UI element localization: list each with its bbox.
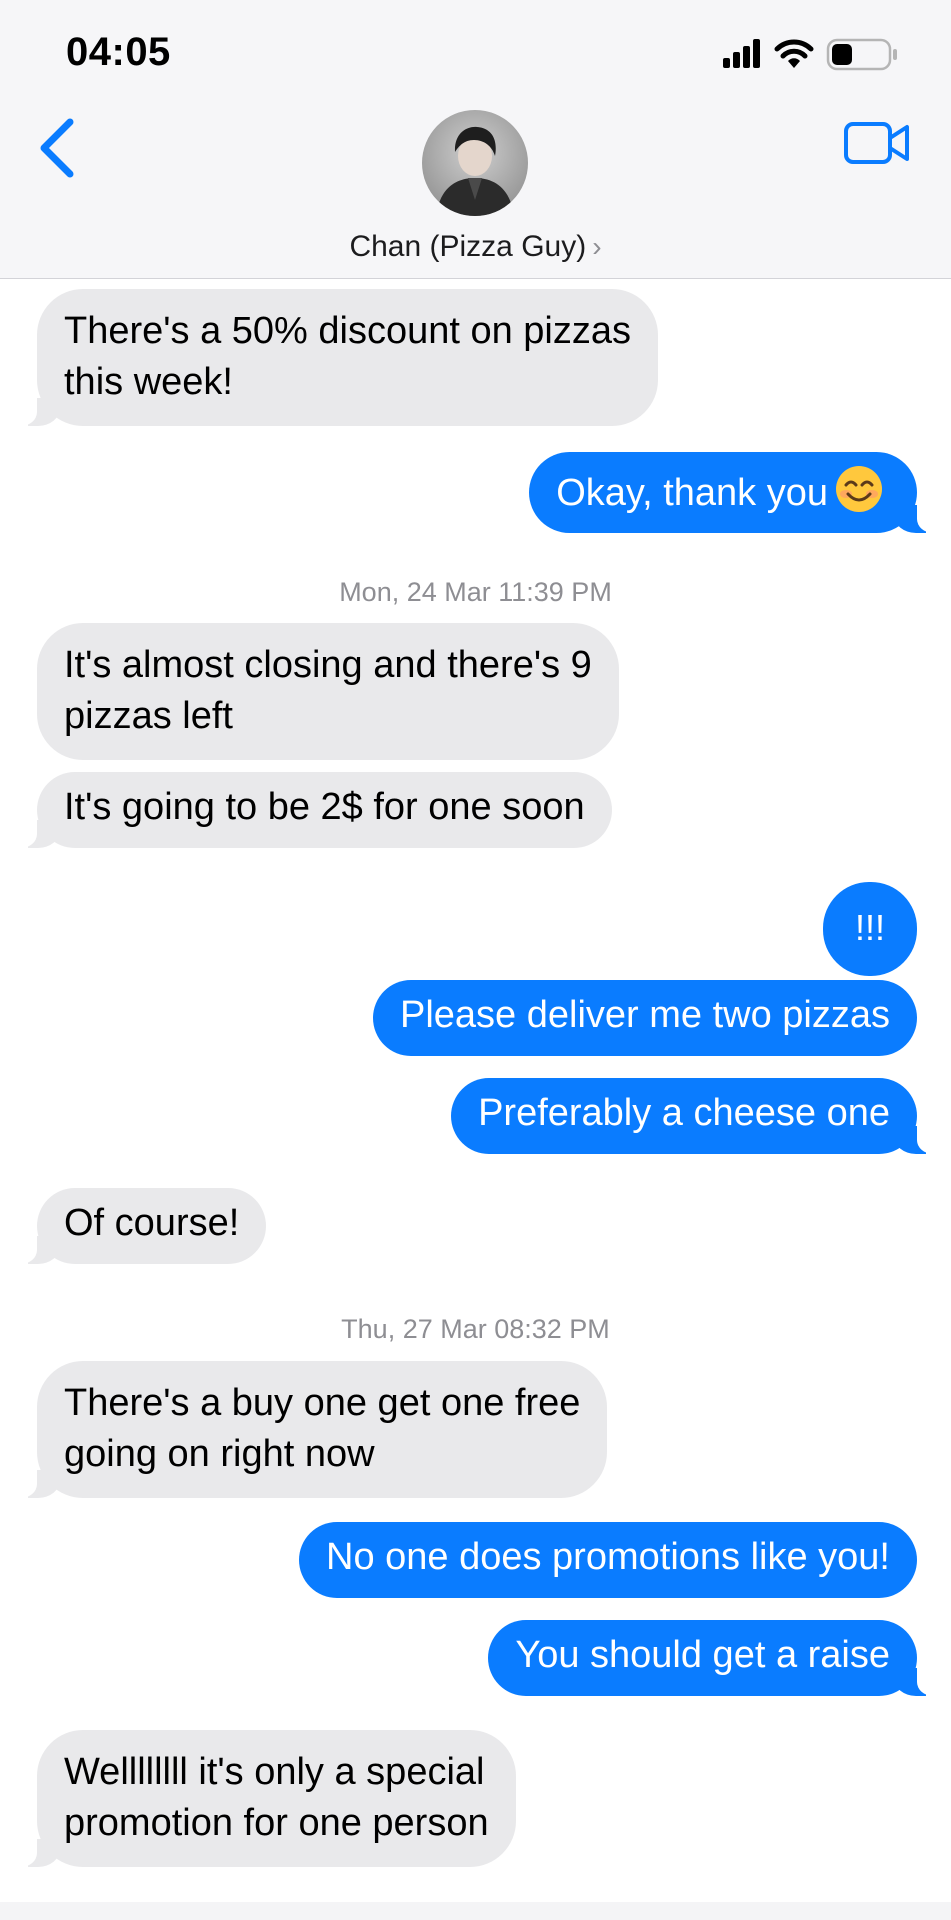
timestamp: Mon, 24 Mar 11:39 PM [339, 577, 612, 607]
message-text: !!! [854, 907, 885, 948]
message-bubble-incoming[interactable]: Of course! [7, 1188, 267, 1264]
message-text: Please deliver me two pizzas [400, 994, 890, 1036]
message-bubble-incoming[interactable]: There's a 50% discount on pizzas this we… [7, 289, 659, 426]
message-bubble-incoming[interactable]: There's a buy one get one free going on … [7, 1361, 608, 1498]
contact-name-button[interactable]: Chan (Pizza Guy) › [0, 230, 951, 264]
message-text: Of course! [64, 1202, 240, 1244]
message-line: this week! [64, 361, 233, 403]
status-time: 04:05 [66, 30, 171, 74]
wifi-icon [774, 39, 814, 68]
message-text: It's going to be 2$ for one soon [64, 786, 585, 828]
contact-avatar[interactable] [422, 110, 528, 216]
message-bubble-incoming[interactable]: It's going to be 2$ for one soon [8, 772, 612, 848]
message-line: pizzas left [64, 695, 233, 737]
message-line: promotion for one person [64, 1802, 489, 1844]
cellular-signal-icon [723, 39, 760, 68]
message-bubble-outgoing[interactable]: !!! [823, 882, 917, 976]
battery-icon [826, 38, 897, 71]
bottom-edge [0, 1902, 951, 1920]
conversation-header: 04:05 Chan (Pizza Guy) › [0, 0, 951, 279]
message-text: You should get a raise [515, 1634, 890, 1676]
message-bubble-incoming[interactable]: It's almost closing and there's 9 pizzas… [37, 623, 619, 760]
message-bubble-incoming[interactable]: Wellllllll it's only a special promotion… [8, 1730, 516, 1867]
message-line: going on right now [64, 1433, 375, 1475]
message-text: No one does promotions like you! [326, 1536, 890, 1578]
message-bubble-outgoing[interactable]: No one does promotions like you! [299, 1522, 917, 1598]
message-line: There's a buy one get one free [64, 1382, 581, 1424]
status-icons [723, 38, 897, 71]
timestamp: Thu, 27 Mar 08:32 PM [341, 1314, 610, 1344]
message-text: Okay, thank you [556, 472, 828, 514]
contact-name-label: Chan (Pizza Guy) [349, 230, 587, 263]
message-bubble-outgoing[interactable]: Preferably a cheese one [451, 1078, 946, 1154]
chevron-left-icon[interactable] [36, 116, 80, 180]
chevron-right-icon: › [592, 231, 602, 262]
message-line: Wellllllll it's only a special [64, 1751, 485, 1793]
video-camera-icon[interactable] [843, 120, 911, 166]
message-line: There's a 50% discount on pizzas [64, 310, 632, 352]
message-bubble-outgoing[interactable]: You should get a raise [488, 1620, 946, 1696]
message-bubble-outgoing[interactable]: Please deliver me two pizzas [373, 980, 917, 1056]
message-bubble-outgoing[interactable]: Okay, thank you [529, 452, 946, 533]
message-line: It's almost closing and there's 9 [64, 644, 592, 686]
smiling-face-icon [836, 466, 882, 512]
message-text: Preferably a cheese one [478, 1092, 890, 1134]
